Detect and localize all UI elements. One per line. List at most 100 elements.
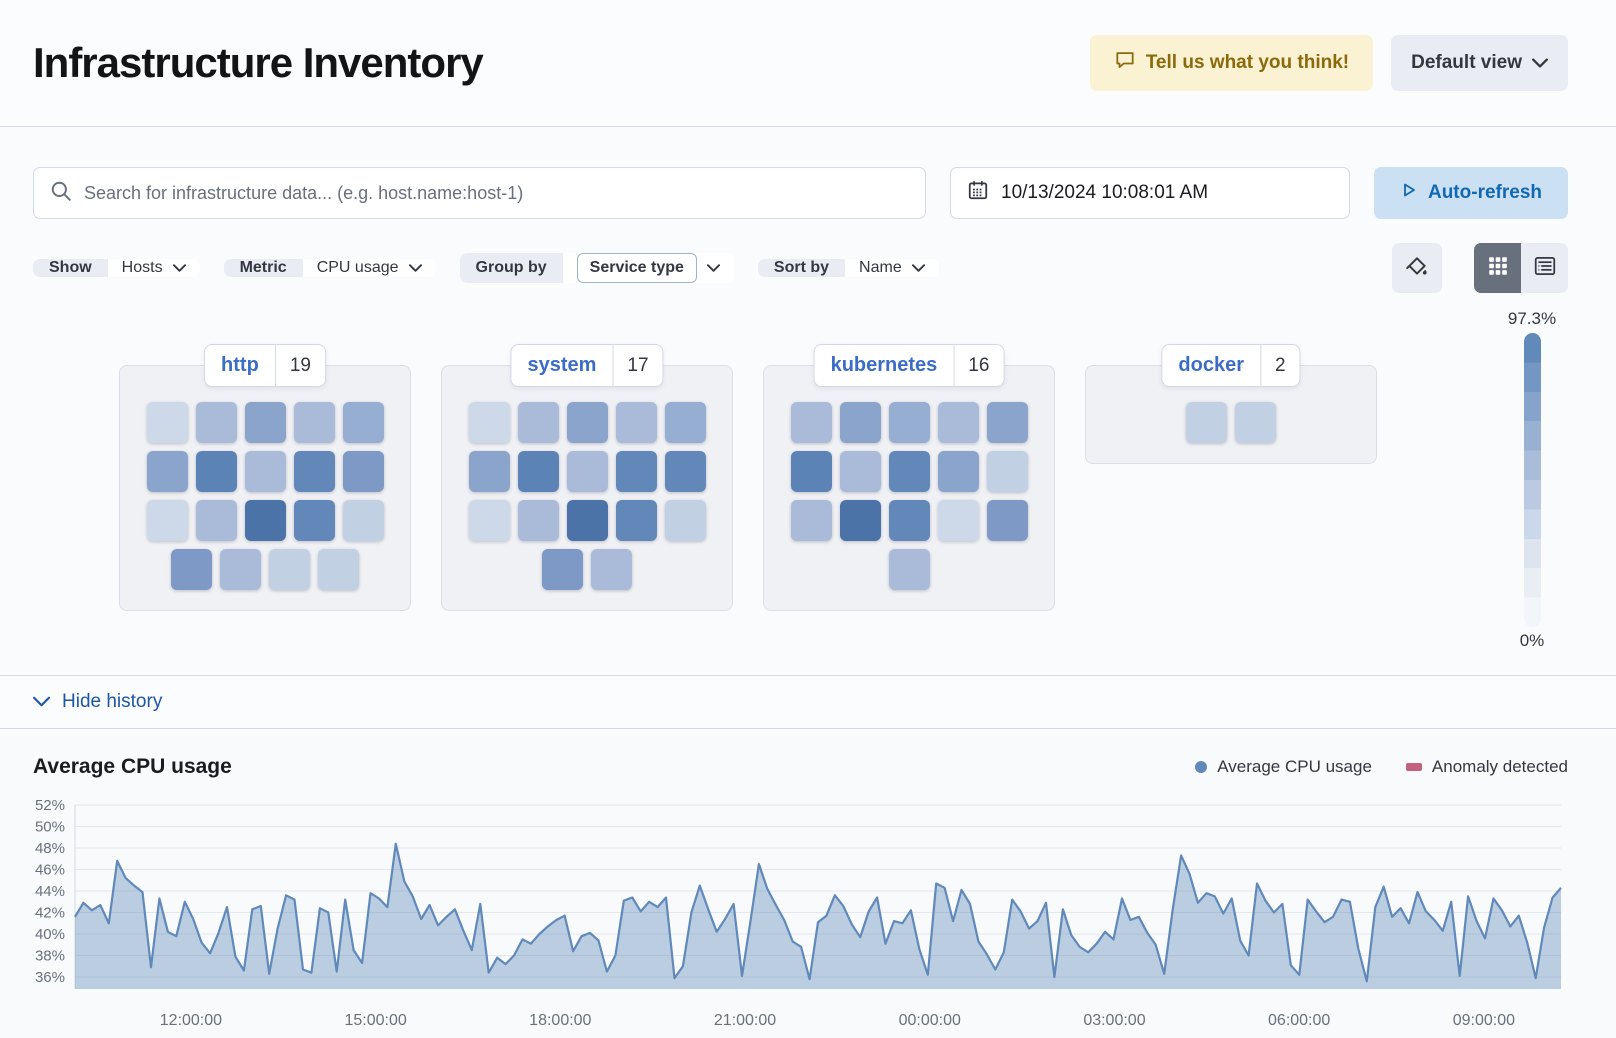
host-tile[interactable]: [665, 402, 706, 443]
host-tile[interactable]: [665, 451, 706, 492]
host-tile[interactable]: [518, 500, 559, 541]
paint-bucket-icon: [1405, 255, 1429, 282]
service-group-panel: http19: [119, 365, 411, 611]
host-tile[interactable]: [294, 500, 335, 541]
host-tile[interactable]: [196, 402, 237, 443]
metric-filter-value[interactable]: CPU usage: [303, 259, 436, 277]
y-tick-label: 50%: [35, 819, 65, 836]
host-tile[interactable]: [616, 500, 657, 541]
group-badge-system[interactable]: system17: [510, 344, 663, 387]
host-tile[interactable]: [294, 402, 335, 443]
host-tile[interactable]: [987, 402, 1028, 443]
host-tile[interactable]: [245, 402, 286, 443]
x-tick-label: 00:00:00: [899, 1012, 961, 1029]
host-tile[interactable]: [147, 402, 188, 443]
group-name: docker: [1162, 345, 1260, 386]
host-tile[interactable]: [591, 549, 632, 590]
tile-row: [469, 500, 706, 541]
host-tile[interactable]: [889, 402, 930, 443]
tile-row: [1186, 402, 1276, 443]
group-badge-docker[interactable]: docker2: [1161, 344, 1300, 387]
host-tile[interactable]: [196, 451, 237, 492]
default-view-button[interactable]: Default view: [1391, 35, 1568, 91]
host-tile[interactable]: [791, 500, 832, 541]
group-by-filter-selection[interactable]: Service type: [577, 253, 697, 283]
show-filter: Show Hosts: [33, 259, 200, 277]
host-tile[interactable]: [245, 500, 286, 541]
x-tick-label: 18:00:00: [529, 1012, 591, 1029]
host-tile[interactable]: [469, 500, 510, 541]
host-tile[interactable]: [987, 500, 1028, 541]
host-tile[interactable]: [938, 402, 979, 443]
host-tile[interactable]: [567, 451, 608, 492]
group-badge-kubernetes[interactable]: kubernetes16: [814, 344, 1005, 387]
sort-by-filter-selection: Name: [859, 259, 902, 277]
host-tile[interactable]: [938, 451, 979, 492]
host-tile[interactable]: [616, 402, 657, 443]
host-tile[interactable]: [518, 451, 559, 492]
host-tile[interactable]: [840, 402, 881, 443]
tile-row: [791, 451, 1028, 492]
host-tile[interactable]: [343, 402, 384, 443]
host-tile[interactable]: [987, 451, 1028, 492]
host-tile[interactable]: [269, 549, 310, 590]
auto-refresh-label: Auto-refresh: [1428, 182, 1542, 204]
host-tile[interactable]: [220, 549, 261, 590]
host-tile[interactable]: [616, 451, 657, 492]
host-tile[interactable]: [469, 402, 510, 443]
host-tile[interactable]: [294, 451, 335, 492]
color-legend: 97.3% 0%: [1500, 309, 1564, 651]
group-badge-http[interactable]: http19: [204, 344, 326, 387]
anomaly-label: Anomaly detected: [1432, 757, 1568, 777]
host-tile[interactable]: [196, 500, 237, 541]
host-tile[interactable]: [938, 500, 979, 541]
group-by-filter-label: Group by: [460, 253, 563, 283]
host-tile[interactable]: [518, 402, 559, 443]
table-list-icon: [1533, 254, 1557, 283]
host-tile[interactable]: [840, 451, 881, 492]
show-filter-label: Show: [33, 259, 108, 277]
host-tile[interactable]: [791, 451, 832, 492]
sort-by-filter-value[interactable]: Name: [845, 259, 939, 277]
host-tile[interactable]: [245, 451, 286, 492]
search-input[interactable]: [84, 183, 909, 204]
feedback-button[interactable]: Tell us what you think!: [1090, 35, 1373, 91]
host-tile[interactable]: [665, 500, 706, 541]
host-tile[interactable]: [1186, 402, 1227, 443]
map-view-button[interactable]: [1474, 243, 1521, 293]
service-group-panel: kubernetes16: [763, 365, 1055, 611]
chevron-down-icon: [1532, 52, 1548, 74]
y-tick-label: 48%: [35, 840, 65, 857]
host-tile[interactable]: [889, 500, 930, 541]
color-palette-button[interactable]: [1392, 243, 1442, 293]
host-tile[interactable]: [791, 402, 832, 443]
host-tile[interactable]: [840, 500, 881, 541]
host-tile[interactable]: [147, 500, 188, 541]
hide-history-toggle[interactable]: Hide history: [0, 675, 1616, 729]
table-view-button[interactable]: [1521, 243, 1568, 293]
host-tile[interactable]: [542, 549, 583, 590]
host-tile[interactable]: [469, 451, 510, 492]
host-tile[interactable]: [889, 451, 930, 492]
show-filter-value[interactable]: Hosts: [108, 259, 200, 277]
host-tile[interactable]: [171, 549, 212, 590]
auto-refresh-button[interactable]: Auto-refresh: [1374, 167, 1568, 219]
host-tile[interactable]: [343, 451, 384, 492]
host-tile[interactable]: [318, 549, 359, 590]
metric-filter-label: Metric: [224, 259, 303, 277]
host-tile[interactable]: [889, 549, 930, 590]
host-tile[interactable]: [343, 500, 384, 541]
x-tick-label: 21:00:00: [714, 1012, 776, 1029]
y-tick-label: 42%: [35, 905, 65, 922]
chevron-down-icon: [912, 259, 925, 277]
host-tile[interactable]: [147, 451, 188, 492]
legend-item-anomaly: Anomaly detected: [1406, 757, 1568, 777]
default-view-label: Default view: [1411, 52, 1522, 74]
date-picker[interactable]: 10/13/2024 10:08:01 AM: [950, 167, 1350, 219]
host-tile[interactable]: [1235, 402, 1276, 443]
host-tile[interactable]: [567, 500, 608, 541]
group-by-filter-value[interactable]: Service type: [563, 253, 734, 283]
y-tick-label: 38%: [35, 948, 65, 965]
host-tile[interactable]: [567, 402, 608, 443]
chart-header: Average CPU usage Average CPU usage Anom…: [33, 755, 1568, 779]
